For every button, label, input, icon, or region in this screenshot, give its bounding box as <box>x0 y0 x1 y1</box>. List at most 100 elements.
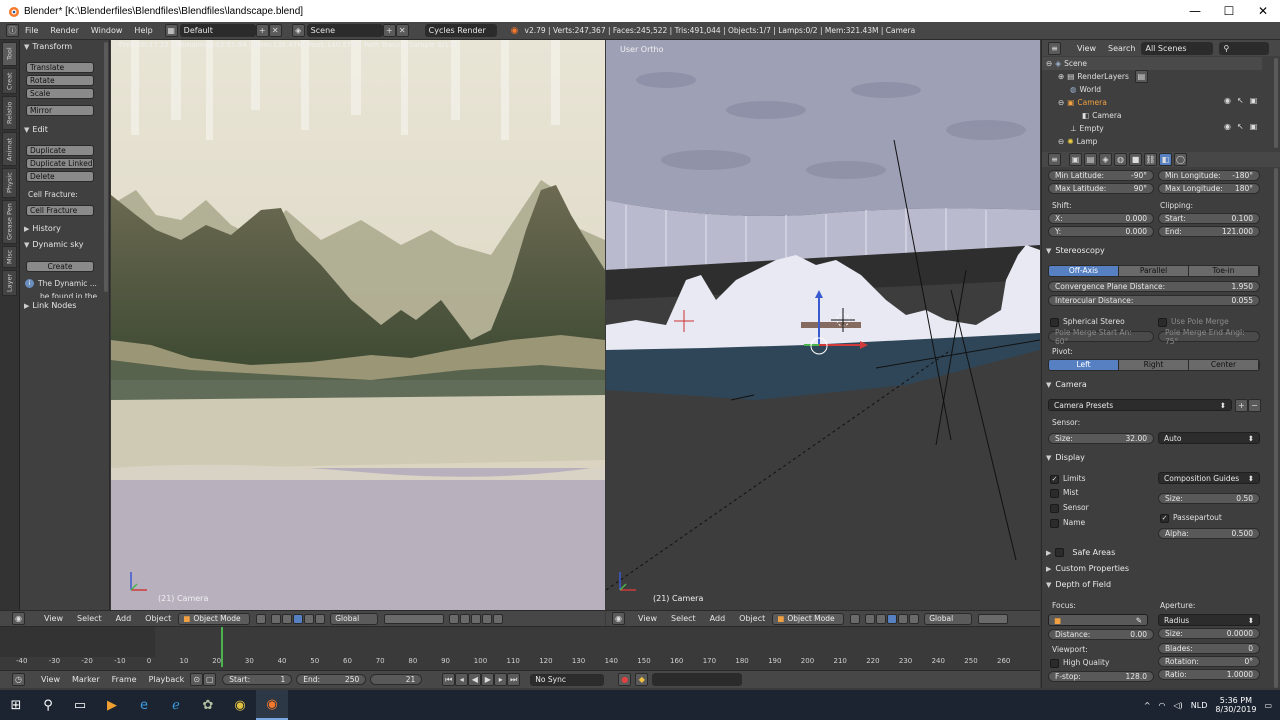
editor-type-icon[interactable]: ≡ <box>1048 41 1061 55</box>
focus-object-field[interactable]: ■ ✎ <box>1048 614 1148 626</box>
menu-marker[interactable]: Marker <box>66 675 106 684</box>
clip-end-field[interactable]: End: 121.000 <box>1158 226 1260 237</box>
edge-browser-icon[interactable]: e <box>128 690 160 720</box>
stereo-mode-selector[interactable]: Off-Axis Parallel Toe-in <box>1048 265 1260 277</box>
blender-taskbar-icon[interactable]: ◉ <box>256 690 288 720</box>
tray-chevron-icon[interactable]: ^ <box>1144 701 1151 710</box>
menu-view[interactable]: View <box>35 675 66 684</box>
frame-ruler[interactable]: -40 -30 -20 -10 0 10 20 30 40 50 60 70 80 90 100 110 120… <box>0 657 1040 667</box>
pivot-icon[interactable] <box>865 613 876 624</box>
media-player-icon[interactable]: ▶ <box>96 690 128 720</box>
pole-merge-start-field[interactable]: Pole Merge Start An: 60° <box>1048 328 1154 346</box>
pivot-left[interactable]: Left <box>1049 360 1119 370</box>
menu-object[interactable]: Object <box>732 614 772 623</box>
delete-button[interactable]: Delete <box>26 171 94 182</box>
spherical-stereo-checkbox[interactable]: Spherical Stereo <box>1050 317 1125 327</box>
next-key-icon[interactable]: ▸ <box>494 673 508 686</box>
panel-link-nodes-header[interactable]: ▶ Link Nodes <box>24 301 76 310</box>
menu-frame[interactable]: Frame <box>106 675 143 684</box>
outliner-row-scene[interactable]: ⊖ ◈ Scene <box>1042 57 1262 70</box>
rotate-button[interactable]: Rotate <box>26 75 94 86</box>
display-mode-select[interactable]: All Scenes <box>1141 41 1214 55</box>
aperture-size-field[interactable]: Size: 0.0000 <box>1158 628 1260 639</box>
layers-icon[interactable] <box>978 613 1009 624</box>
menu-view[interactable]: View <box>631 614 664 623</box>
mist-checkbox[interactable]: Mist <box>1050 488 1078 498</box>
start-windows-icon[interactable]: ⊞ <box>0 690 32 720</box>
lock-layers-icon[interactable] <box>449 613 460 624</box>
shift-y-field[interactable]: Y: 0.000 <box>1048 226 1154 237</box>
physics-tab-icon[interactable]: ◯ <box>1174 153 1187 166</box>
record-icon[interactable]: ● <box>618 673 632 686</box>
prev-key-icon[interactable]: ◂ <box>455 673 469 686</box>
camera-render-viewport[interactable]: Time:00:17.22 | Remaining:03:55.84 | Mem… <box>111 40 605 610</box>
renderlayer-extra-icon[interactable]: ▤ <box>1134 70 1148 83</box>
menu-object[interactable]: Object <box>138 614 178 623</box>
shading-icon[interactable] <box>850 613 861 624</box>
rotation-field[interactable]: Rotation: 0° <box>1158 656 1260 667</box>
search-icon[interactable]: ⚲ <box>32 690 64 720</box>
jump-start-icon[interactable]: ⏮ <box>442 673 456 686</box>
notifications-icon[interactable]: ▭ <box>1264 701 1272 710</box>
tab-tool[interactable]: Tool <box>2 42 17 66</box>
passepartout-alpha-field[interactable]: Alpha: 0.500 <box>1158 528 1260 539</box>
outliner-row-lamp[interactable]: ⊖ ✺ Lamp <box>1042 135 1262 148</box>
display-section[interactable]: ▼ Display <box>1046 453 1085 462</box>
minimize-button[interactable]: — <box>1178 0 1212 22</box>
mode-select[interactable]: ■ Object Mode <box>772 612 845 625</box>
display-size-field[interactable]: Size: 0.50 <box>1158 493 1260 504</box>
task-view-icon[interactable]: ▭ <box>64 690 96 720</box>
interocular-distance-field[interactable]: Interocular Distance: 0.055 <box>1048 295 1260 306</box>
aperture-type-select[interactable]: Radius ⬍ <box>1158 614 1260 626</box>
language-indicator[interactable]: NLD <box>1191 701 1208 710</box>
render-tab-icon[interactable]: ▣ <box>1069 153 1082 166</box>
outliner-scrollbar[interactable] <box>1274 58 1278 148</box>
passepartout-checkbox[interactable]: ✓ Passepartout <box>1160 513 1222 523</box>
outliner-search-field[interactable]: ⚲ <box>1219 41 1270 55</box>
checkbox-icon[interactable] <box>1055 548 1065 557</box>
outliner-row-renderlayers[interactable]: ⊕ ▤ RenderLayers ▤ <box>1042 70 1262 83</box>
composition-guides-select[interactable]: Composition Guides ⬍ <box>1158 472 1260 484</box>
render-preview-icon[interactable] <box>493 613 504 624</box>
rotate-manip-icon[interactable] <box>898 613 909 624</box>
menu-search[interactable]: Search <box>1102 44 1141 53</box>
layout-add-icon[interactable]: + <box>255 24 269 37</box>
outliner-row-world[interactable]: ◍ World <box>1042 83 1262 96</box>
clock[interactable]: 5:36 PM 8/30/2019 <box>1215 696 1256 714</box>
duplicate-linked-button[interactable]: Duplicate Linked <box>26 158 94 169</box>
play-icon[interactable]: ▶ <box>481 673 495 686</box>
mode-select[interactable]: ■ Object Mode <box>178 612 251 625</box>
menu-add[interactable]: Add <box>703 614 733 623</box>
app-icon[interactable]: ✿ <box>192 690 224 720</box>
world-tab-icon[interactable]: ◍ <box>1114 153 1127 166</box>
scale-manip-icon[interactable] <box>909 613 920 624</box>
editor-type-icon[interactable]: ◷ <box>12 673 25 686</box>
menu-file[interactable]: File <box>19 26 44 35</box>
custom-properties-section[interactable]: ▶ Custom Properties <box>1046 564 1129 573</box>
editor-type-icon[interactable]: ◉ <box>612 612 625 625</box>
menu-select[interactable]: Select <box>70 614 109 623</box>
menu-add[interactable]: Add <box>109 614 139 623</box>
render-engine-select[interactable]: Cycles Render <box>424 24 497 37</box>
duplicate-button[interactable]: Duplicate <box>26 145 94 156</box>
scale-manip-icon[interactable] <box>315 613 326 624</box>
speaker-icon[interactable]: ◁) <box>1174 701 1183 710</box>
max-longitude-field[interactable]: Max Longitude: 180° <box>1158 183 1260 194</box>
shift-x-field[interactable]: X: 0.000 <box>1048 213 1154 224</box>
stereo-mode-off-axis[interactable]: Off-Axis <box>1049 266 1119 276</box>
maximize-button[interactable]: ☐ <box>1212 0 1246 22</box>
menu-help[interactable]: Help <box>128 26 158 35</box>
panel-history-header[interactable]: ▶ History <box>24 224 61 233</box>
layers-icon[interactable] <box>384 613 445 624</box>
sync-select[interactable]: No Sync <box>530 673 605 686</box>
menu-playback[interactable]: Playback <box>143 675 191 684</box>
rotate-manip-icon[interactable] <box>304 613 315 624</box>
snap-element-icon[interactable] <box>471 613 482 624</box>
timeline[interactable]: -40 -30 -20 -10 0 10 20 30 40 50 60 70 80 90 100 110 120… <box>0 626 1040 670</box>
layout-remove-icon[interactable]: ✕ <box>268 24 282 37</box>
keying-icon[interactable]: ◆ <box>635 673 649 686</box>
scene-icon[interactable]: ◈ <box>291 24 305 37</box>
constraints-tab-icon[interactable]: ⛓ <box>1144 153 1157 166</box>
high-quality-checkbox[interactable]: High Quality <box>1050 658 1109 668</box>
proportional-icon[interactable] <box>482 613 493 624</box>
